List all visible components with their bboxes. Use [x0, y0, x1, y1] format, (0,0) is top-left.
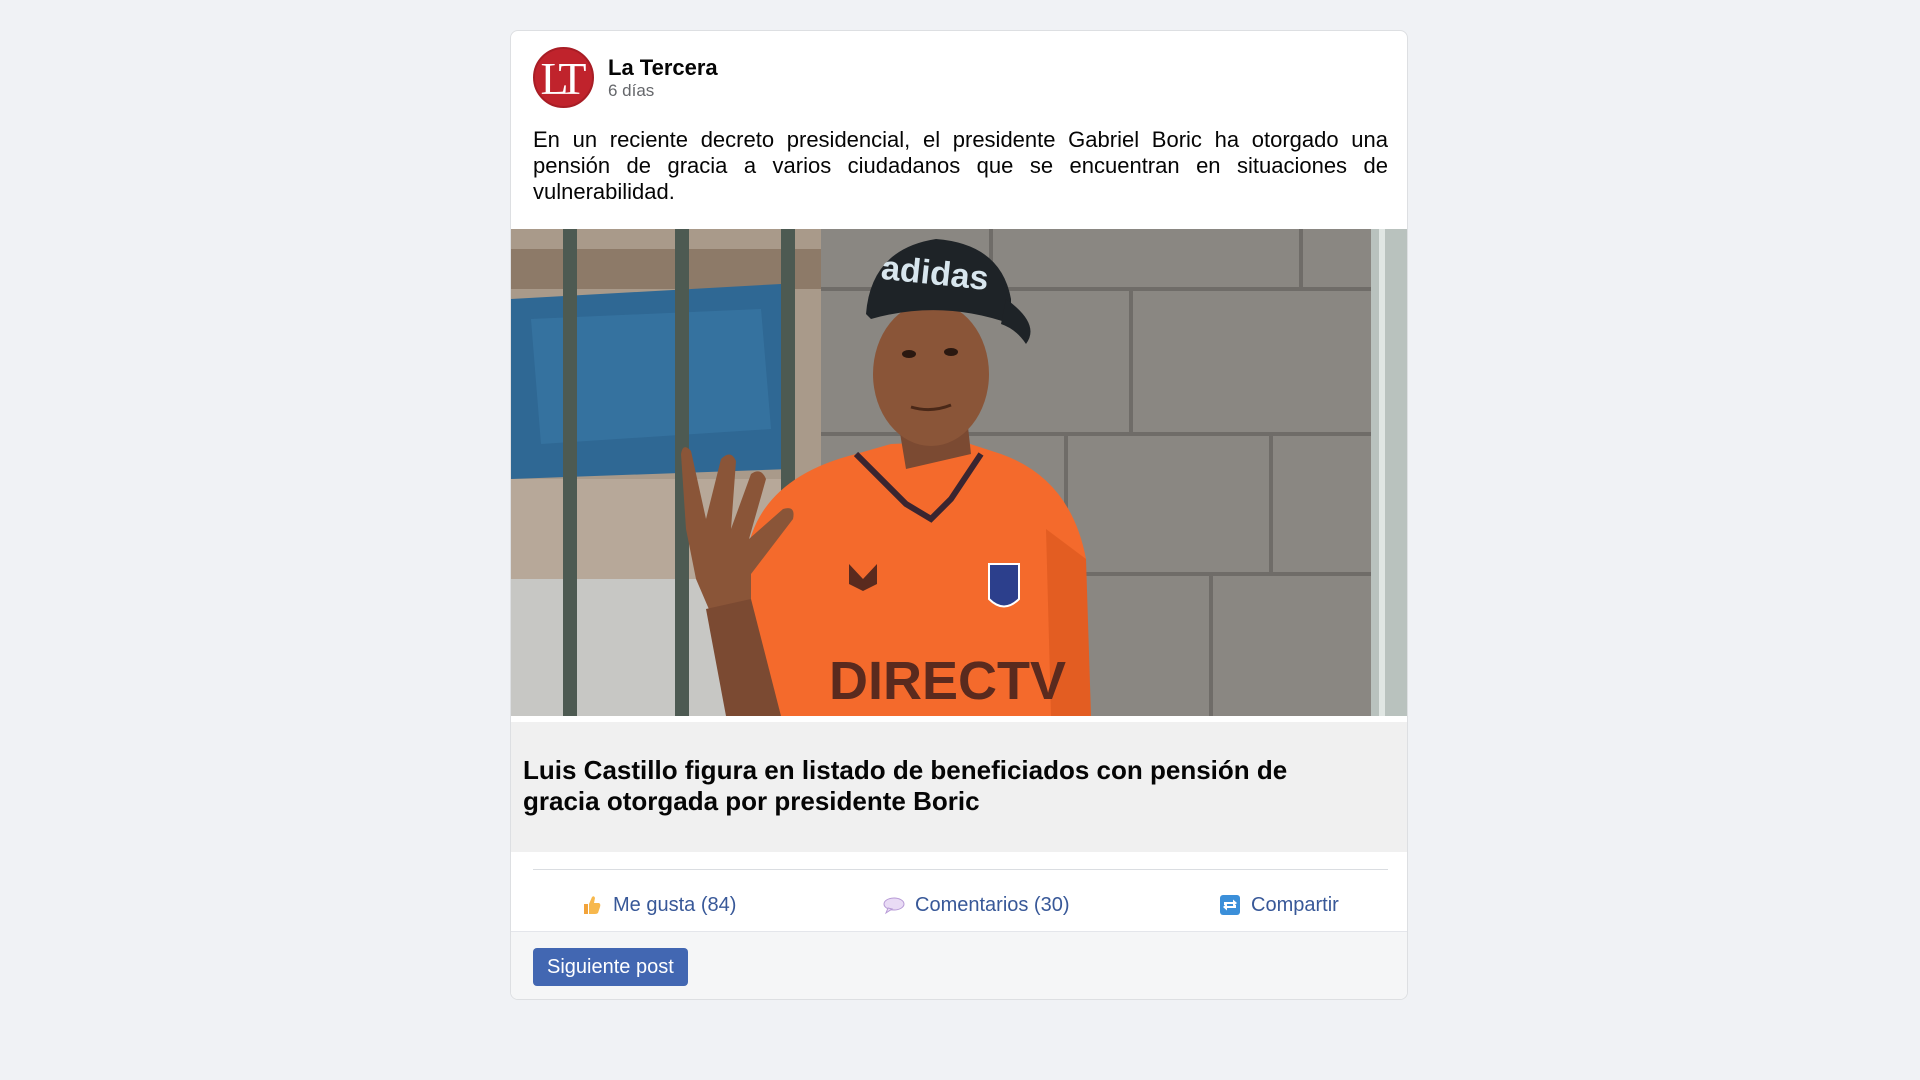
- share-button[interactable]: Compartir: [1219, 879, 1339, 931]
- next-post-button[interactable]: Siguiente post: [533, 948, 688, 986]
- post-actions: Me gusta (84) Comentarios (30) Compartir: [511, 879, 1407, 931]
- thumbs-up-icon: [584, 896, 601, 914]
- avatar-logo-text: LT: [540, 52, 587, 104]
- link-headline[interactable]: Luis Castillo figura en listado de benef…: [523, 755, 1343, 817]
- post-timestamp[interactable]: 6 días: [608, 81, 718, 101]
- post-header: LT La Tercera 6 días: [533, 47, 718, 108]
- photo-illustration: DIRECTV adidas: [511, 229, 1407, 716]
- like-button[interactable]: Me gusta (84): [581, 879, 736, 931]
- author-avatar[interactable]: LT: [533, 47, 594, 108]
- comment-label: Comentarios (30): [915, 893, 1070, 916]
- post-card: LT La Tercera 6 días En un reciente decr…: [510, 30, 1408, 1000]
- author-name[interactable]: La Tercera: [608, 55, 718, 81]
- like-label: Me gusta (84): [613, 893, 737, 916]
- link-preview[interactable]: Luis Castillo figura en listado de benef…: [511, 722, 1407, 852]
- author-block: La Tercera 6 días: [608, 55, 718, 101]
- actions-divider: [533, 869, 1388, 870]
- speech-bubble-icon: [883, 897, 905, 915]
- post-footer: Siguiente post: [511, 931, 1407, 999]
- share-label: Compartir: [1251, 893, 1339, 916]
- post-text: En un reciente decreto presidencial, el …: [533, 127, 1388, 204]
- shirt-text: DIRECTV: [829, 651, 1066, 711]
- share-icon: [1220, 895, 1240, 915]
- post-photo[interactable]: DIRECTV adidas: [511, 229, 1407, 716]
- comment-button[interactable]: Comentarios (30): [883, 879, 1070, 931]
